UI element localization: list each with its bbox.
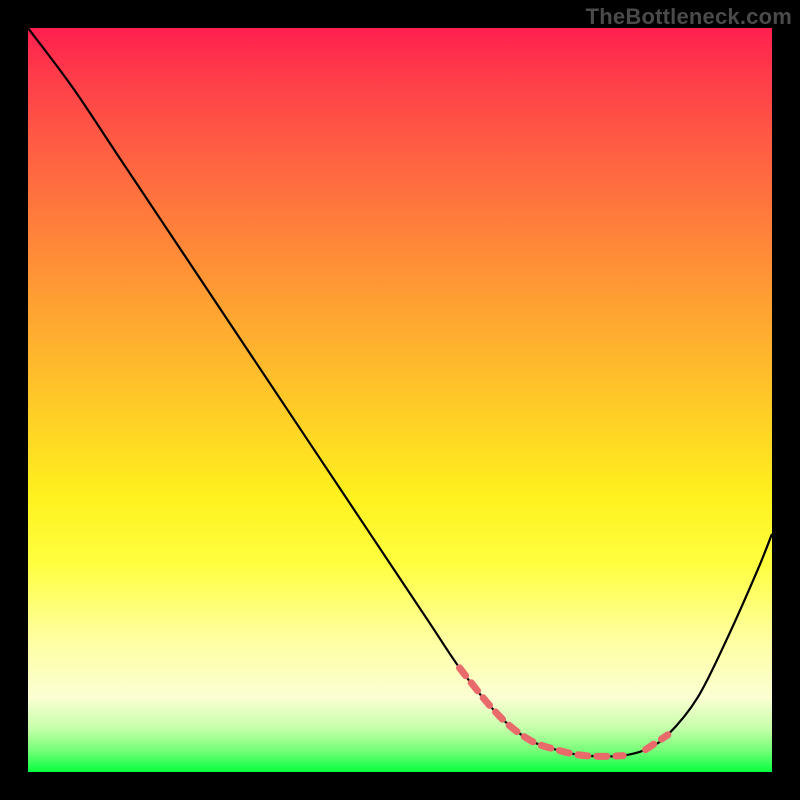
curve-minimum-dash-a — [460, 668, 624, 757]
curve-main — [28, 28, 772, 756]
chart-svg — [28, 28, 772, 772]
watermark-text: TheBottleneck.com — [586, 4, 792, 30]
curve-minimum-dash-b — [646, 735, 668, 750]
chart-gradient-area — [28, 28, 772, 772]
chart-frame: TheBottleneck.com — [0, 0, 800, 800]
